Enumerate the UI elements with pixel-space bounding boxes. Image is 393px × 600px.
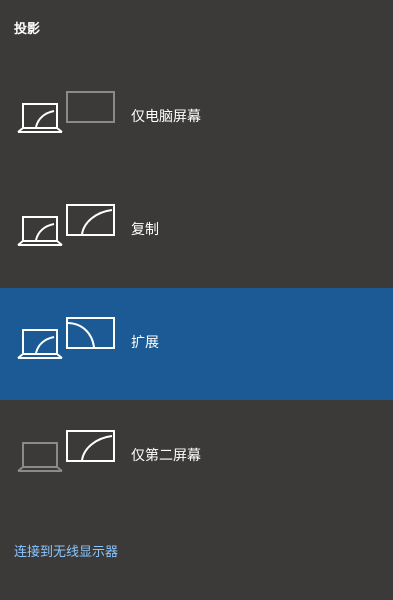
option-pc-screen-only[interactable]: 仅电脑屏幕 [0,62,393,174]
option-duplicate[interactable]: 复制 [0,175,393,287]
option-label: 复制 [131,222,159,238]
option-label: 仅第二屏幕 [131,448,201,464]
pc-screen-only-icon [17,91,115,133]
connect-wireless-display-link[interactable]: 连接到无线显示器 [14,544,118,562]
option-extend[interactable]: 扩展 [0,288,393,400]
second-screen-only-icon [17,430,115,472]
option-label: 仅电脑屏幕 [131,109,201,125]
project-panel: 投影 仅电脑屏幕 复制 扩展 仅第二屏幕 连接到无线显示器 [0,0,393,600]
option-label: 扩展 [131,335,159,351]
duplicate-icon [17,204,115,246]
extend-icon [17,317,115,359]
panel-title: 投影 [14,22,41,37]
option-second-screen-only[interactable]: 仅第二屏幕 [0,401,393,513]
